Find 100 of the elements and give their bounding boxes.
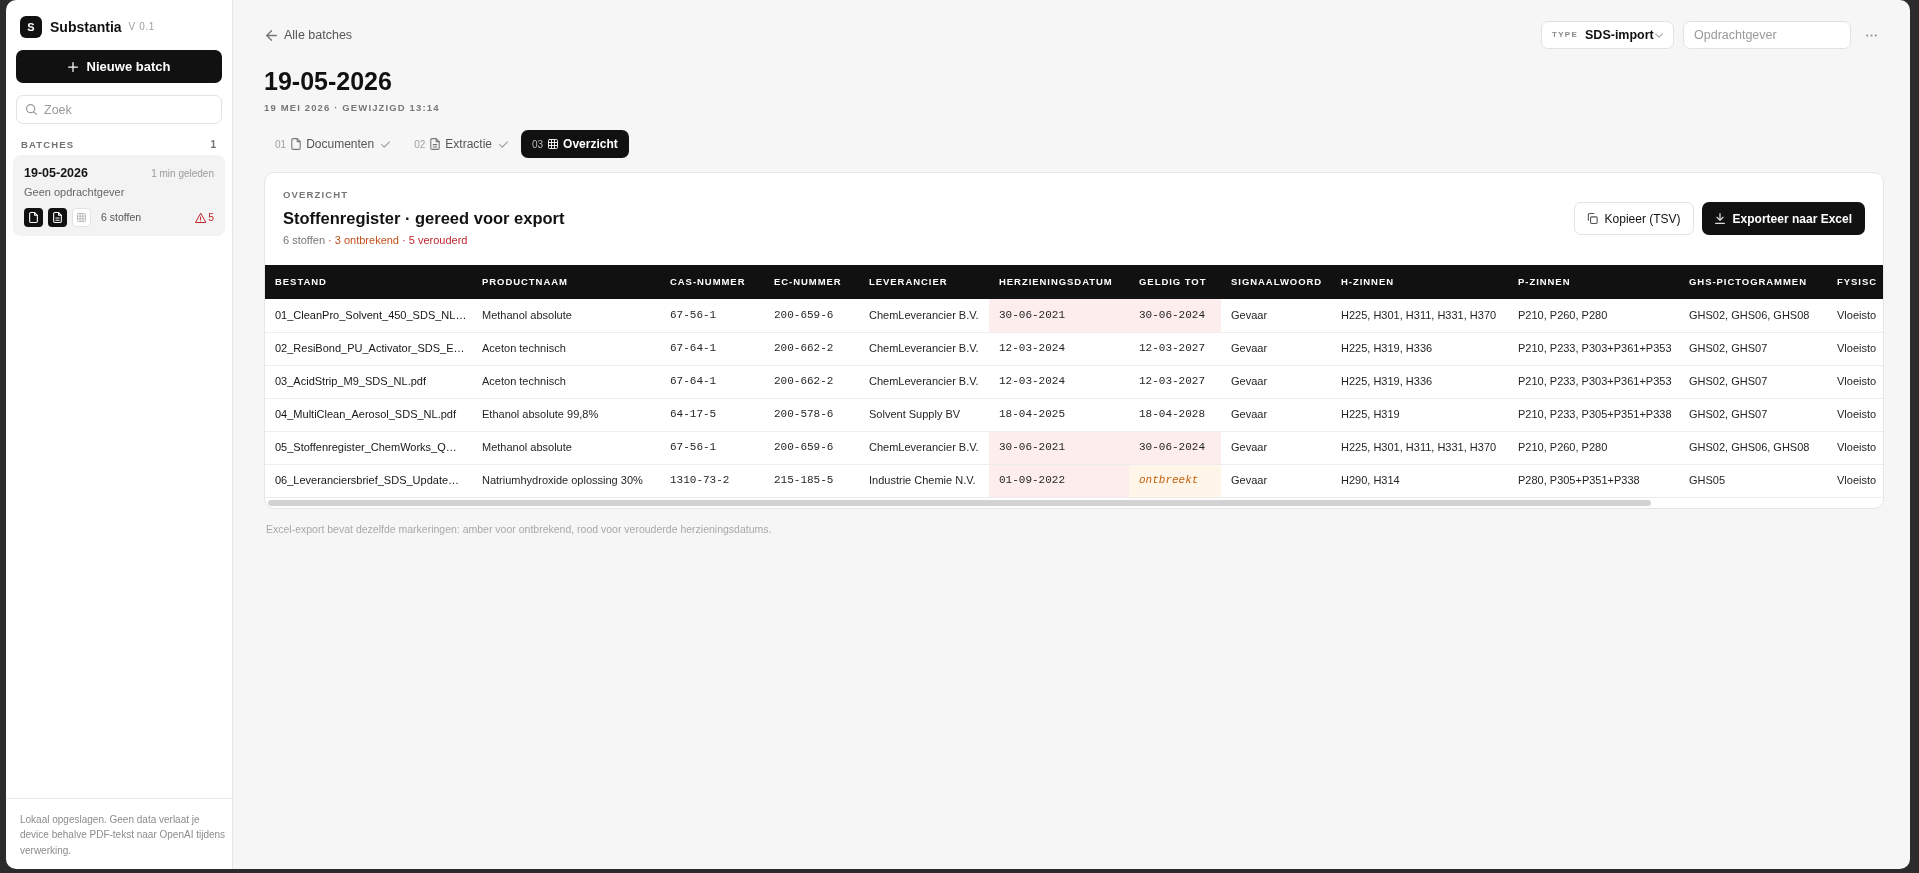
table-cell: ontbreekt [1129,464,1221,497]
substance-count: 6 stoffen [101,209,142,225]
column-header: P-ZINNEN [1508,265,1679,299]
table-cell: GHS02, GHS07 [1679,398,1827,431]
table-cell: 200-578-6 [764,398,859,431]
column-header: EC-NUMMER [764,265,859,299]
table-cell: 200-662-2 [764,365,859,398]
page-meta: 19 MEI 2026 · GEWIJZIGD 13:14 [264,101,441,114]
table-cell: 1310-73-2 [660,464,764,497]
table-cell: GHS02, GHS07 [1679,365,1827,398]
table-cell: P210, P233, P303+P361+P353 [1508,332,1679,365]
table-cell: Natriumhydroxide oplossing 30% [472,464,660,497]
search-field[interactable]: Zoek [16,95,222,124]
table-cell: 67-56-1 [660,299,764,332]
table-cell: P210, P260, P280 [1508,431,1679,464]
table-cell: 01-09-2022 [989,464,1129,497]
new-batch-button[interactable]: Nieuwe batch [16,50,222,83]
table-cell: P210, P260, P280 [1508,299,1679,332]
table-cell: P210, P233, P305+P351+P338 [1508,398,1679,431]
column-header: GHS-PICTOGRAMMEN [1679,265,1827,299]
table-cell: H225, H319, H336 [1331,332,1508,365]
table-cell: H225, H319 [1331,398,1508,431]
document-icon [291,138,302,150]
plus-icon [67,61,78,72]
table-cell: Gevaar [1221,431,1331,464]
table-cell: 12-03-2027 [1129,332,1221,365]
table-cell: H225, H301, H311, H331, H370 [1331,431,1508,464]
table-cell: Solvent Supply BV [859,398,989,431]
table-cell: 30-06-2024 [1129,299,1221,332]
table-cell: ChemLeverancier B.V. [859,332,989,365]
column-header: LEVERANCIER [859,265,989,299]
page-title: 19-05-2026 [264,66,393,97]
table-cell: 30-06-2024 [1129,431,1221,464]
table-cell: Methanol absolute [472,431,660,464]
table-cell: 06_Leveranciersbrief_SDS_Update… [265,464,472,497]
table-cell: H225, H301, H311, H331, H370 [1331,299,1508,332]
app-logo: S [20,16,42,38]
batch-count: 1 [210,139,216,151]
summary-text: 6 stoffen · 3 ontbrekend · 5 verouderd [283,233,469,248]
table-cell: 18-04-2025 [989,398,1129,431]
table-cell: 67-64-1 [660,332,764,365]
table-cell: GHS02, GHS07 [1679,332,1827,365]
table-cell: Aceton technisch [472,365,660,398]
column-header: CAS-NUMMER [660,265,764,299]
table-cell: 200-659-6 [764,299,859,332]
table-cell: 12-03-2027 [1129,365,1221,398]
batch-client: Geen opdrachtgever [24,185,126,199]
type-dropdown[interactable]: TYPE SDS-import [1541,21,1674,49]
table-cell: ChemLeverancier B.V. [859,365,989,398]
table-cell: 12-03-2024 [989,332,1129,365]
export-button[interactable]: Exporteer naar Excel [1701,202,1865,235]
table-cell: 04_MultiClean_Aerosol_SDS_NL.pdf [265,398,472,431]
column-header: H-ZINNEN [1331,265,1508,299]
table-cell: 30-06-2021 [989,431,1129,464]
table-cell: H225, H319, H336 [1331,365,1508,398]
table-cell: 18-04-2028 [1129,398,1221,431]
table-cell: 12-03-2024 [989,365,1129,398]
download-icon [1714,213,1725,224]
column-header: GELDIG TOT [1129,265,1221,299]
table-cell: Gevaar [1221,365,1331,398]
table-cell: Vloeisto [1827,398,1883,431]
table-cell: 30-06-2021 [989,299,1129,332]
table-cell: Gevaar [1221,332,1331,365]
section-label: OVERZICHT [283,189,350,201]
column-header: BESTAND [265,265,472,299]
text-document-icon [430,138,441,150]
table-cell: Vloeisto [1827,464,1883,497]
step-tab[interactable]: 01 Documenten [264,130,402,158]
grid-icon [548,138,559,150]
table-cell: Vloeisto [1827,431,1883,464]
table-cell: 02_ResiBond_PU_Activator_SDS_E… [265,332,472,365]
sidebar-note: Lokaal opgeslagen. Geen data verlaat je device behalve PDF-tekst naar OpenAI tijdens verwerking. [20,812,227,858]
table-cell: Industrie Chemie N.V. [859,464,989,497]
table-cell: P280, P305+P351+P338 [1508,464,1679,497]
back-link[interactable]: Alle batches [266,25,353,45]
client-field[interactable]: Opdrachtgever [1683,21,1851,49]
table-cell: H290, H314 [1331,464,1508,497]
table-cell: Aceton technisch [472,332,660,365]
version-label: V 0.1 [128,20,155,34]
table-cell: 215-185-5 [764,464,859,497]
table-cell: Vloeisto [1827,299,1883,332]
step-tab[interactable]: 02 Extractie [403,130,519,158]
step-tab[interactable]: 03 Overzicht [521,130,629,158]
batch-item[interactable]: 19-05-2026 1 min geleden Geen opdrachtgever 6 stoffen 5 [13,155,225,236]
footnote: Excel-export bevat dezelfde markeringen: amber voor ontbrekend, rood voor verouderde herzieningsdatums. [266,521,773,537]
column-header: SIGNAALWOORD [1221,265,1331,299]
scrollbar-thumb[interactable] [268,499,1651,506]
table-cell: 64-17-5 [660,398,764,431]
table-cell: GHS05 [1679,464,1827,497]
more-icon [1866,33,1877,37]
column-header: FYSISC [1827,265,1883,299]
table-cell: Vloeisto [1827,332,1883,365]
app-name: Substantia [50,18,122,37]
column-header: HERZIENINGSDATUM [989,265,1129,299]
table-cell: P210, P233, P303+P361+P353 [1508,365,1679,398]
copy-button[interactable]: Kopieer (TSV) [1573,202,1694,235]
table-cell: 200-659-6 [764,431,859,464]
table-cell: GHS02, GHS06, GHS08 [1679,299,1827,332]
warning-icon [195,212,207,223]
batch-title: 19-05-2026 [24,166,88,181]
